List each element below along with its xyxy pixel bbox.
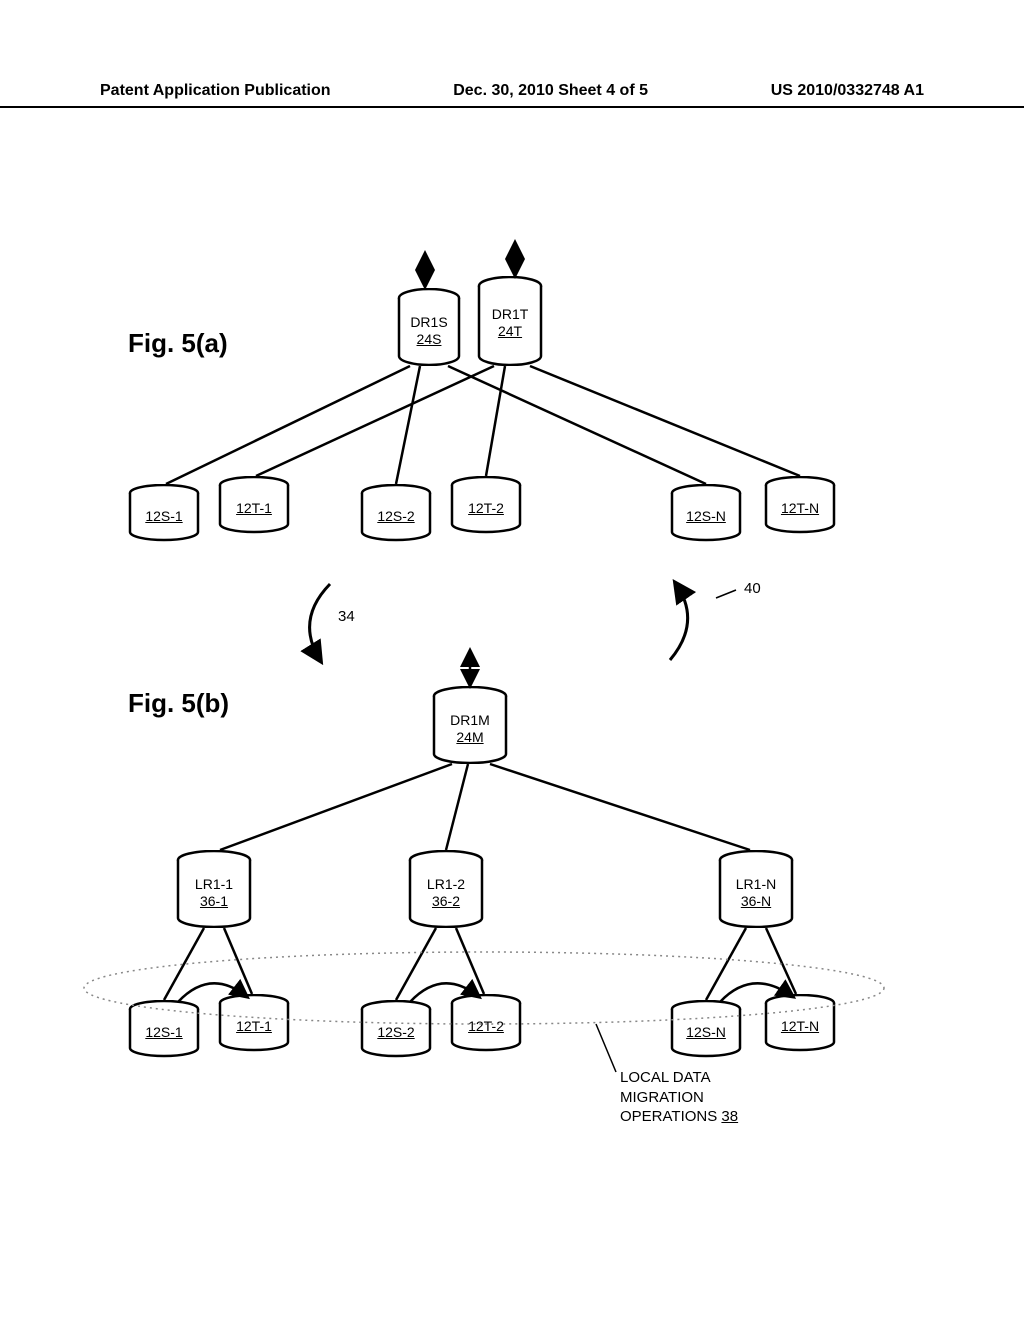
callout-34: 34 (338, 608, 355, 625)
cylinder-b-s2: 12S-2 (360, 1000, 432, 1058)
b-t2-ref: 12T-2 (468, 1018, 504, 1034)
b-tn-ref: 12T-N (781, 1018, 819, 1034)
cylinder-b-tn: 12T-N (764, 994, 836, 1052)
a-t1-ref: 12T-1 (236, 500, 272, 516)
cylinder-dr1t: DR1T 24T (477, 276, 543, 366)
a-t2-ref: 12T-2 (468, 500, 504, 516)
lr1-ref: 36-1 (200, 893, 228, 909)
callout-40: 40 (744, 580, 761, 597)
a-s1-ref: 12S-1 (145, 508, 182, 524)
b-s2-ref: 12S-2 (377, 1024, 414, 1040)
a-s2-ref: 12S-2 (377, 508, 414, 524)
cylinder-dr1s: DR1S 24S (397, 288, 461, 366)
b-t1-ref: 12T-1 (236, 1018, 272, 1034)
fig5b-connectors (0, 0, 1024, 1320)
lr1-name: LR1-1 (195, 876, 233, 892)
cylinder-a-tn: 12T-N (764, 476, 836, 534)
a-sn-ref: 12S-N (686, 508, 726, 524)
b-s1-ref: 12S-1 (145, 1024, 182, 1040)
page-header: Patent Application Publication Dec. 30, … (0, 82, 1024, 108)
figure-5a-label: Fig. 5(a) (128, 328, 228, 359)
cylinder-b-t2: 12T-2 (450, 994, 522, 1052)
cylinder-a-t2: 12T-2 (450, 476, 522, 534)
callout-arcs (0, 0, 1024, 1320)
lrn-ref: 36-N (741, 893, 771, 909)
figure-5b-label: Fig. 5(b) (128, 688, 229, 719)
header-right: US 2010/0332748 A1 (771, 82, 924, 100)
fig5a-connectors (0, 0, 1024, 1320)
annot-line1: LOCAL DATA (620, 1068, 738, 1088)
dr1t-name: DR1T (492, 306, 529, 322)
cylinder-a-sn: 12S-N (670, 484, 742, 542)
local-data-migration-annotation: LOCAL DATA MIGRATION OPERATIONS 38 (620, 1068, 738, 1127)
header-mid: Dec. 30, 2010 Sheet 4 of 5 (453, 82, 648, 100)
cylinder-b-s1: 12S-1 (128, 1000, 200, 1058)
lr2-ref: 36-2 (432, 893, 460, 909)
cylinder-a-s1: 12S-1 (128, 484, 200, 542)
dr1m-ref: 24M (456, 729, 483, 745)
cylinder-lr1-2: LR1-236-2 (408, 850, 484, 928)
dr1m-name: DR1M (450, 712, 490, 728)
dr1s-name: DR1S (410, 314, 447, 330)
lrn-name: LR1-N (736, 876, 776, 892)
annot-ref-38: 38 (721, 1108, 738, 1125)
cylinder-b-t1: 12T-1 (218, 994, 290, 1052)
dr1t-ref: 24T (498, 323, 522, 339)
cylinder-lr1-n: LR1-N36-N (718, 850, 794, 928)
annot-line3: OPERATIONS 38 (620, 1107, 738, 1127)
header-left: Patent Application Publication (100, 82, 331, 100)
dr1s-ref: 24S (417, 331, 442, 347)
cylinder-a-s2: 12S-2 (360, 484, 432, 542)
cylinder-b-sn: 12S-N (670, 1000, 742, 1058)
cylinder-a-t1: 12T-1 (218, 476, 290, 534)
b-sn-ref: 12S-N (686, 1024, 726, 1040)
cylinder-lr1-1: LR1-136-1 (176, 850, 252, 928)
cylinder-dr1m: DR1M 24M (432, 686, 508, 764)
annot-line2: MIGRATION (620, 1088, 738, 1108)
a-tn-ref: 12T-N (781, 500, 819, 516)
lr2-name: LR1-2 (427, 876, 465, 892)
